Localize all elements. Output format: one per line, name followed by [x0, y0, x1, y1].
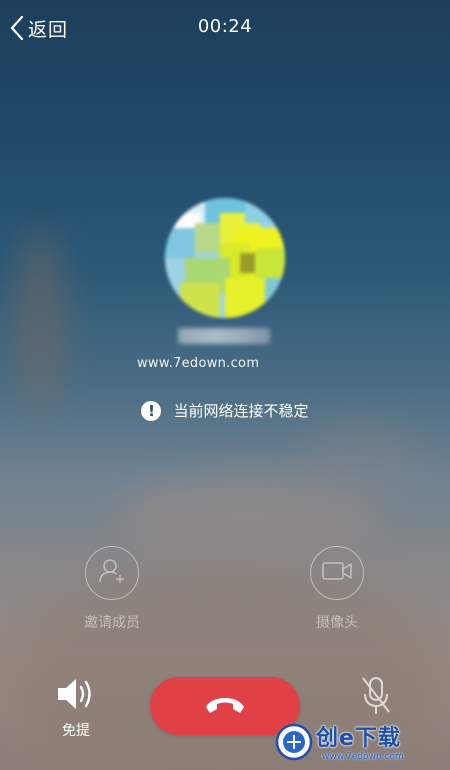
invite-ring: [85, 546, 139, 600]
phone-hangup-icon: [202, 689, 248, 723]
camera-ring: [310, 546, 364, 600]
invite-label: 邀请成员: [84, 615, 140, 631]
contact-name-blurred: [178, 328, 270, 344]
mute-button[interactable]: [356, 674, 396, 722]
exclamation-icon: !: [141, 400, 162, 421]
warning-text: 当前网络连接不稳定: [173, 402, 309, 420]
call-screen: 返回 00:24 www.7edown.com ! 当前网络连接不稳定 邀请成员…: [0, 0, 450, 770]
speaker-button[interactable]: 免提: [50, 676, 102, 740]
video-camera-icon: [321, 559, 353, 587]
site-logo-watermark: 创e下载 www.7edown.com: [268, 716, 450, 770]
logo-text: 创e下载: [316, 726, 401, 751]
camera-button[interactable]: 摄像头: [287, 546, 387, 632]
logo-badge-icon: [274, 722, 314, 762]
watermark-text: www.7edown.com: [137, 356, 260, 371]
network-warning: ! 当前网络连接不稳定: [0, 400, 450, 421]
speaker-icon: [54, 679, 98, 716]
background-blur: [300, 420, 420, 500]
speaker-label: 免提: [62, 723, 90, 739]
avatar: [165, 198, 285, 318]
add-user-icon: [97, 556, 127, 590]
background-blur: [15, 230, 65, 410]
invite-members-button[interactable]: 邀请成员: [62, 546, 162, 632]
camera-label: 摄像头: [316, 615, 358, 631]
logo-url: www.7edown.com: [322, 752, 404, 762]
call-timer: 00:24: [197, 16, 253, 37]
top-bar: 返回 00:24: [0, 0, 450, 56]
